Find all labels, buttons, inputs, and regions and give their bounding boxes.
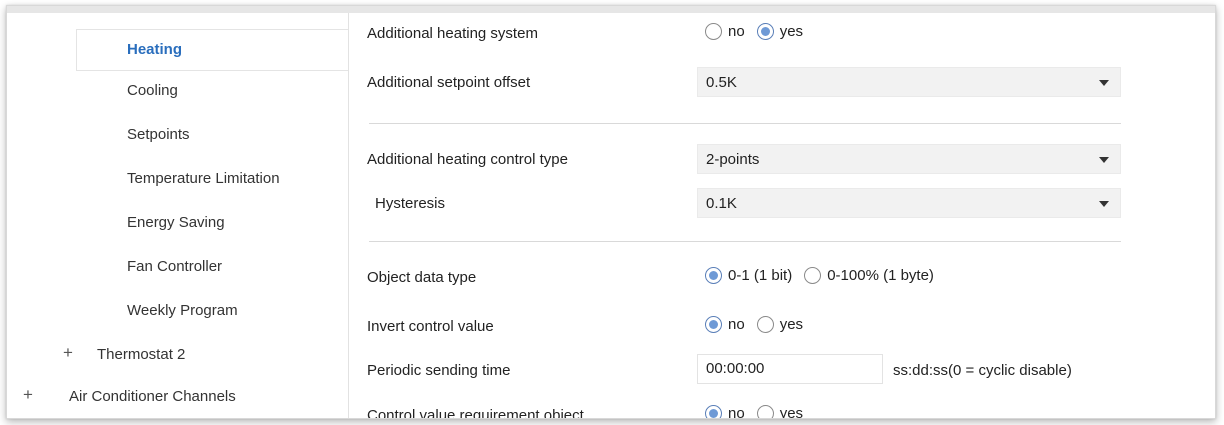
- radio-label-no: no: [728, 316, 745, 333]
- sidebar-item-weekly-program[interactable]: Weekly Program: [127, 302, 238, 319]
- radio-no[interactable]: [705, 405, 722, 418]
- sidebar-group-thermostat-2[interactable]: Thermostat 2: [97, 346, 185, 363]
- section-divider: [369, 123, 1121, 124]
- object-data-type-radios: 0-1 (1 bit) 0-100% (1 byte): [705, 267, 946, 284]
- radio-yes[interactable]: [756, 23, 774, 40]
- chevron-down-icon: [1099, 157, 1109, 163]
- additional-heating-system-radios: no yes: [705, 23, 815, 40]
- additional-setpoint-offset-select[interactable]: 0.5K: [697, 67, 1121, 97]
- periodic-sending-time-hint: ss:dd:ss(0 = cyclic disable): [893, 362, 1072, 379]
- sidebar-item-label: Heating: [127, 41, 183, 58]
- hysteresis-label: Hysteresis: [375, 195, 446, 212]
- section-divider: [369, 241, 1121, 242]
- plus-icon[interactable]: +: [23, 385, 33, 405]
- additional-heating-system-label: Additional heating system: [367, 25, 538, 42]
- sidebar: Heating Cooling Setpoints Temperature Li…: [7, 13, 349, 418]
- additional-setpoint-offset-label: Additional setpoint offset: [367, 74, 531, 91]
- radio-label-no: no: [728, 23, 745, 40]
- sidebar-item-cooling[interactable]: Cooling: [127, 82, 178, 99]
- parameters-window: Heating Cooling Setpoints Temperature Li…: [6, 5, 1216, 419]
- top-border: [7, 6, 1215, 13]
- radio-label-1bit: 0-1 (1 bit): [728, 267, 793, 284]
- select-value: 2-points: [706, 151, 760, 168]
- sidebar-item-heating[interactable]: Heating: [76, 29, 349, 71]
- radio-no[interactable]: [705, 316, 722, 333]
- radio-1bit[interactable]: [705, 267, 722, 284]
- radio-label-yes: yes: [779, 316, 804, 333]
- chevron-down-icon: [1099, 80, 1109, 86]
- sidebar-group-air-conditioner-channels[interactable]: Air Conditioner Channels: [69, 388, 236, 405]
- control-type-select[interactable]: 2-points: [697, 144, 1121, 174]
- radio-label-no: no: [728, 405, 745, 419]
- radio-label-yes: yes: [779, 23, 804, 40]
- hysteresis-select[interactable]: 0.1K: [697, 188, 1121, 218]
- object-data-type-label: Object data type: [367, 269, 477, 286]
- invert-control-value-label: Invert control value: [367, 318, 494, 335]
- select-value: 0.5K: [706, 74, 737, 91]
- sidebar-item-setpoints[interactable]: Setpoints: [127, 126, 190, 143]
- plus-icon[interactable]: +: [63, 343, 73, 363]
- invert-control-value-radios: no yes: [705, 316, 815, 333]
- sidebar-item-temperature-limitation[interactable]: Temperature Limitation: [127, 170, 280, 187]
- sidebar-item-fan-controller[interactable]: Fan Controller: [127, 258, 222, 275]
- radio-yes[interactable]: [756, 405, 774, 418]
- radio-no[interactable]: [705, 23, 722, 40]
- periodic-sending-time-label: Periodic sending time: [367, 362, 511, 379]
- control-value-requirement-radios: no yes: [705, 405, 815, 419]
- parameters-panel: Additional heating system no yes Additio…: [349, 13, 1215, 418]
- sidebar-item-energy-saving[interactable]: Energy Saving: [127, 214, 225, 231]
- select-value: 0.1K: [706, 195, 737, 212]
- control-value-requirement-label: Control value requirement object: [367, 407, 584, 419]
- control-type-label: Additional heating control type: [367, 151, 568, 168]
- periodic-sending-time-input[interactable]: 00:00:00: [697, 354, 883, 384]
- radio-1byte[interactable]: [804, 267, 822, 284]
- radio-label-1byte: 0-100% (1 byte): [827, 267, 934, 284]
- chevron-down-icon: [1099, 201, 1109, 207]
- radio-yes[interactable]: [756, 316, 774, 333]
- radio-label-yes: yes: [779, 405, 804, 419]
